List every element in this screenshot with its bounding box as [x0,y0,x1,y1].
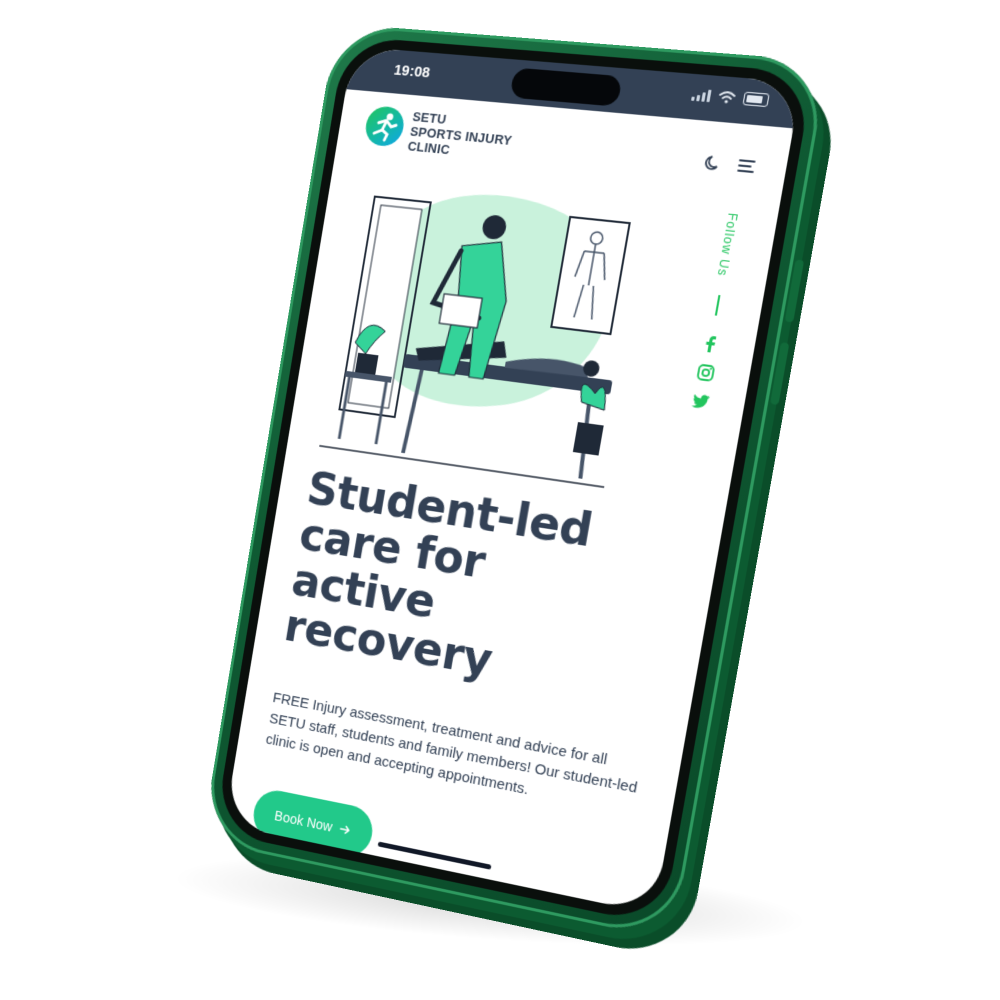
signal-icon [691,88,712,102]
physiotherapist-treating-patient-illustration [313,166,660,498]
hamburger-menu-icon[interactable] [734,155,758,178]
arrow-right-icon [339,823,352,837]
status-time: 19:08 [393,62,432,82]
dynamic-island [509,68,622,107]
logo-text[interactable]: SETU SPORTS INJURY CLINIC [407,109,516,163]
hero-headline: Student-led care for active recovery [281,464,702,716]
dark-mode-moon-icon[interactable] [701,152,725,174]
book-now-label: Book Now [273,808,333,835]
logo-runner-icon[interactable] [363,105,407,147]
wifi-icon [718,90,737,104]
social-follow: Follow Us [689,212,754,410]
status-icons [691,87,770,107]
facebook-icon[interactable] [699,333,723,356]
twitter-icon[interactable] [689,390,713,413]
follow-us-label: Follow Us [715,212,741,277]
phone: 19:08 SETU SPORTS INJURY CLINIC Follow U… [202,23,829,940]
follow-divider [715,295,721,316]
battery-icon [742,92,769,108]
instagram-icon[interactable] [694,361,718,384]
